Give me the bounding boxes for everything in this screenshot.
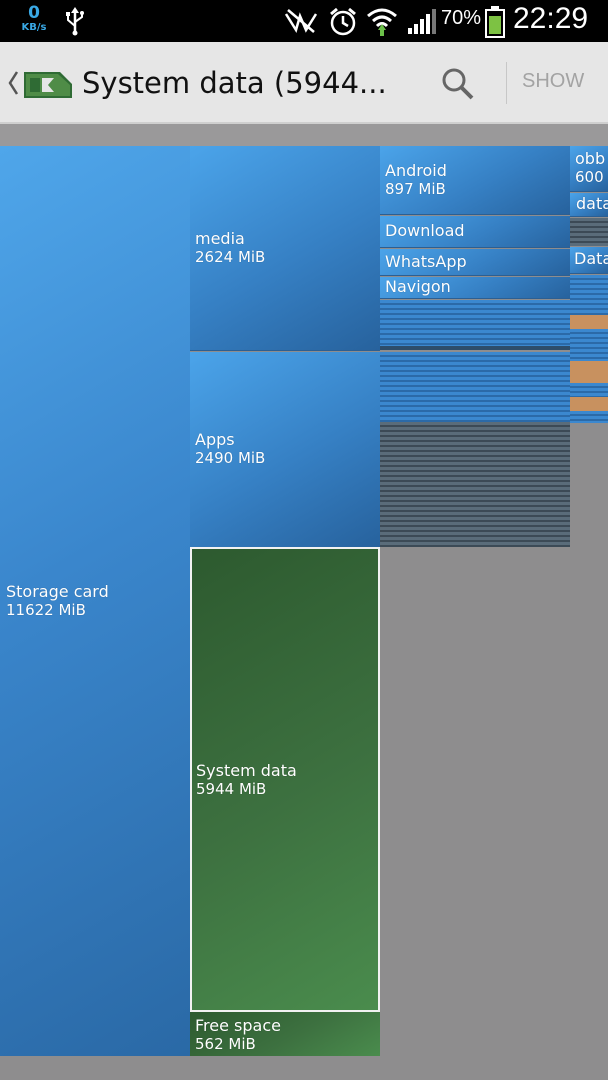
tile-data[interactable]: data — [570, 193, 608, 217]
tile-apps-tiny-items[interactable] — [380, 422, 570, 547]
tile-size: 600 — [575, 168, 604, 186]
action-bar: System data (5944... SHOW — [0, 42, 608, 124]
tile-label: Android 897 MiB — [385, 161, 447, 199]
tile-obb[interactable]: obb 600 — [570, 146, 608, 192]
tile-label: media 2624 MiB — [195, 229, 266, 267]
tile-navigon[interactable]: Navigon — [380, 277, 570, 299]
alarm-icon — [330, 7, 356, 36]
tile-name: Download — [385, 221, 465, 240]
tile-apps-small-items[interactable] — [380, 352, 570, 422]
tile-name: Navigon — [385, 277, 451, 296]
show-button[interactable]: SHOW — [522, 70, 584, 93]
tile-name: Apps — [195, 430, 235, 449]
clock: 22:29 — [513, 2, 589, 35]
network-speed-unit: KB/s — [21, 22, 47, 33]
tile-download[interactable]: Download — [380, 216, 570, 248]
tile-size: 897 MiB — [385, 180, 446, 198]
back-chevron-icon[interactable] — [6, 68, 20, 98]
tile-data-tiny-items[interactable] — [570, 218, 608, 246]
tile-name: WhatsApp — [385, 252, 467, 271]
tile-size: 562 MiB — [195, 1035, 256, 1053]
tile-name: Android — [385, 161, 447, 180]
battery-percent: 70% — [441, 7, 482, 29]
tile-file-2[interactable] — [570, 361, 608, 383]
tile-media-small-items[interactable] — [380, 300, 570, 346]
tile-name: Storage card — [6, 582, 109, 601]
tile-file-3[interactable] — [570, 397, 608, 411]
signal-icon — [408, 9, 436, 34]
tile-name: media — [195, 229, 245, 248]
tile-right-small-items-4[interactable] — [570, 411, 608, 423]
tile-media-separator — [380, 346, 570, 350]
tile-name: Free space — [195, 1016, 281, 1035]
tile-system-data[interactable]: System data 5944 MiB — [190, 547, 380, 1012]
tile-name: data — [576, 194, 608, 213]
tile-data-folder[interactable]: Data — [570, 247, 608, 274]
tile-label: Apps 2490 MiB — [195, 430, 266, 468]
no-sim-icon — [284, 9, 318, 34]
tile-right-small-items-1[interactable] — [570, 275, 608, 315]
tile-label: System data 5944 MiB — [196, 761, 297, 799]
tile-storage-card[interactable]: Storage card 11622 MiB — [0, 146, 190, 1056]
tile-file-1[interactable] — [570, 315, 608, 329]
action-bar-shadow-strip — [0, 124, 608, 146]
network-speed-value: 0 — [28, 3, 40, 23]
tile-label: obb 600 — [575, 149, 606, 187]
battery-fill — [489, 16, 501, 34]
tile-name: System data — [196, 761, 297, 780]
tile-whatsapp[interactable]: WhatsApp — [380, 249, 570, 276]
network-speed-indicator: 0 KB/s — [16, 4, 52, 34]
tile-size: 2490 MiB — [195, 449, 266, 467]
tile-free-space[interactable]: Free space 562 MiB — [190, 1012, 380, 1056]
action-bar-divider — [506, 62, 507, 104]
battery-icon — [485, 6, 505, 38]
tile-media[interactable]: media 2624 MiB — [190, 146, 380, 351]
tile-size: 2624 MiB — [195, 248, 266, 266]
tile-right-small-items-2[interactable] — [570, 329, 608, 361]
tile-label: Storage card 11622 MiB — [6, 582, 109, 620]
tile-name: obb — [575, 149, 606, 168]
tile-size: 5944 MiB — [196, 780, 267, 798]
tile-name: Data — [574, 249, 608, 268]
tile-android[interactable]: Android 897 MiB — [380, 146, 570, 215]
page-title: System data (5944... — [82, 66, 387, 100]
usb-icon — [66, 7, 84, 36]
wifi-icon — [367, 8, 397, 36]
tile-apps[interactable]: Apps 2490 MiB — [190, 352, 380, 547]
app-logo-icon[interactable] — [20, 64, 76, 104]
status-bar: 0 KB/s 70% 22:29 — [0, 0, 608, 42]
search-icon[interactable] — [440, 66, 476, 102]
tile-right-small-items-3[interactable] — [570, 383, 608, 397]
tile-size: 11622 MiB — [6, 601, 86, 619]
tile-label: Free space 562 MiB — [195, 1016, 281, 1054]
